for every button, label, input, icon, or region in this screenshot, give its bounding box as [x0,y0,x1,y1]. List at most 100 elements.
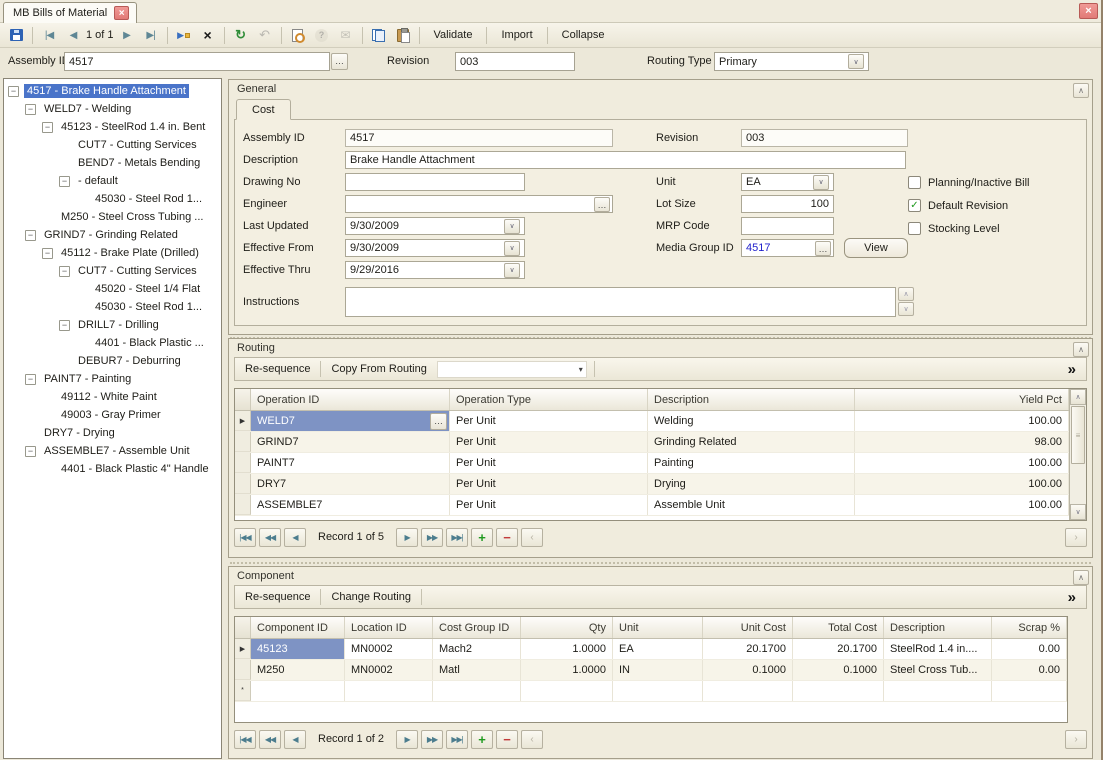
row-selector[interactable] [235,453,251,473]
spin-up-icon[interactable]: ∧ [898,287,914,301]
record-first-button[interactable]: |◀◀ [234,528,256,547]
more-options-chevron[interactable]: » [1068,589,1076,606]
record-prev-button[interactable]: ◀ [284,730,306,749]
tree-item[interactable]: DEBUR7 - Deburring [4,352,221,370]
row-selector[interactable] [235,660,251,680]
assembly-id-input[interactable]: 4517 [64,52,330,71]
routing-row[interactable]: GRIND7Per UnitGrinding Related98.00 [235,432,1069,453]
last-record-button[interactable]: ▶| [140,25,162,46]
description-field[interactable]: Brake Handle Attachment [345,151,906,169]
cell-cost-group-id[interactable]: Matl [433,660,521,680]
record-add-button[interactable]: + [471,730,493,749]
record-add-button[interactable]: + [471,528,493,547]
instructions-field[interactable] [345,287,896,317]
engineer-lookup-button[interactable]: … [594,197,610,212]
change-routing-button[interactable]: Change Routing [328,591,414,603]
chevron-down-icon[interactable]: ∨ [504,241,520,256]
tree-item[interactable]: −45123 - SteelRod 1.4 in. Bent [4,118,221,136]
cell-qty[interactable]: 1.0000 [521,660,613,680]
row-selector[interactable] [235,474,251,494]
tree-collapse-icon[interactable]: − [8,86,19,97]
mrp-code-field[interactable] [741,217,834,235]
component-row[interactable]: M250MN0002Matl1.0000IN0.10000.1000Steel … [235,660,1067,681]
cell-component-id[interactable]: M250 [251,660,345,680]
grid-scroll-right-button[interactable]: › [1065,528,1087,547]
tree-item[interactable]: 49003 - Gray Primer [4,406,221,424]
tree-item[interactable]: −45112 - Brake Plate (Drilled) [4,244,221,262]
more-options-chevron[interactable]: » [1068,361,1076,378]
tree-collapse-icon[interactable]: − [59,320,70,331]
cell-scrap-pct[interactable]: 0.00 [992,660,1067,680]
tree-collapse-icon[interactable]: − [42,122,53,133]
cell-total-cost[interactable]: 20.1700 [793,639,884,659]
grid-scroll-left-button[interactable]: ‹ [521,528,543,547]
cell-qty[interactable]: 1.0000 [521,639,613,659]
cell-component-id[interactable]: 45123 [251,639,345,659]
checkbox-unchecked-icon[interactable] [908,222,921,235]
tree-collapse-icon[interactable]: − [25,446,36,457]
routing-type-select[interactable]: Primary ∨ [714,52,869,71]
media-group-id-field[interactable]: 4517 … [741,239,834,257]
next-record-button[interactable]: ▶ [116,25,138,46]
cell-total-cost[interactable]: 0.1000 [793,660,884,680]
window-close-button[interactable]: × [1079,3,1098,19]
splitter[interactable] [230,562,1091,564]
cell-description[interactable]: Assemble Unit [648,495,855,515]
operation-lookup-button[interactable]: … [430,413,447,430]
refresh-button[interactable]: ↻ [230,25,252,46]
cell-unit-cost[interactable]: 20.1700 [703,639,793,659]
assembly-id-lookup-button[interactable]: … [331,53,348,70]
cell-unit[interactable]: IN [613,660,703,680]
tree-item[interactable]: −4517 - Brake Handle Attachment [4,82,221,100]
record-fast-next-button[interactable]: ▶▶ [421,528,443,547]
tree-item[interactable]: −GRIND7 - Grinding Related [4,226,221,244]
checkbox-row[interactable]: ✓Default Revision [908,194,1030,217]
tree-item[interactable]: 45030 - Steel Rod 1... [4,298,221,316]
chevron-down-icon[interactable]: ∨ [504,219,520,234]
record-fast-next-button[interactable]: ▶▶ [421,730,443,749]
collapse-button[interactable]: Collapse [553,25,614,46]
routing-collapse-button[interactable]: ∧ [1073,342,1089,357]
effective-thru-field[interactable]: 9/29/2016 ∨ [345,261,525,279]
tree-item[interactable]: −ASSEMBLE7 - Assemble Unit [4,442,221,460]
row-selector[interactable]: ▶ [235,411,251,431]
grid-scroll-left-button[interactable]: ‹ [521,730,543,749]
cell-empty[interactable] [433,681,521,701]
row-selector[interactable]: ▶ [235,639,251,659]
routing-row[interactable]: ASSEMBLE7Per UnitAssemble Unit100.00 [235,495,1069,516]
tree-item[interactable]: 45020 - Steel 1/4 Flat [4,280,221,298]
validate-button[interactable]: Validate [425,25,482,46]
cell-yield-pct[interactable]: 98.00 [855,432,1069,452]
checkbox-row[interactable]: Stocking Level [908,217,1030,240]
cell-operation-type[interactable]: Per Unit [450,453,648,473]
last-updated-field[interactable]: 9/30/2009 ∨ [345,217,525,235]
record-last-button[interactable]: ▶▶| [446,528,468,547]
import-button[interactable]: Import [492,25,541,46]
row-selector[interactable] [235,495,251,515]
cell-operation-type[interactable]: Per Unit [450,474,648,494]
cell-description[interactable]: Painting [648,453,855,473]
routing-row[interactable]: PAINT7Per UnitPainting100.00 [235,453,1069,474]
cell-empty[interactable] [703,681,793,701]
tree-item[interactable]: 45030 - Steel Rod 1... [4,190,221,208]
cell-description[interactable]: Steel Cross Tub... [884,660,992,680]
routing-scrollbar[interactable]: ∧ ≡ ∨ [1069,389,1086,520]
cell-operation-id[interactable]: GRIND7 [251,432,450,452]
record-remove-button[interactable]: − [496,730,518,749]
first-record-button[interactable]: |◀ [38,25,60,46]
cell-operation-id[interactable]: ASSEMBLE7 [251,495,450,515]
checkbox-row[interactable]: Planning/Inactive Bill [908,171,1030,194]
cell-cost-group-id[interactable]: Mach2 [433,639,521,659]
chevron-down-icon[interactable]: ∨ [848,54,864,69]
cell-empty[interactable] [521,681,613,701]
scroll-up-icon[interactable]: ∧ [1070,389,1086,405]
delete-record-button[interactable]: × [197,25,219,46]
tree-item[interactable]: 4401 - Black Plastic ... [4,334,221,352]
cell-unit[interactable]: EA [613,639,703,659]
record-prev-button[interactable]: ◀ [284,528,306,547]
tree-collapse-icon[interactable]: − [59,176,70,187]
cell-yield-pct[interactable]: 100.00 [855,495,1069,515]
cell-operation-id[interactable]: DRY7 [251,474,450,494]
save-button[interactable] [5,25,27,46]
cell-operation-type[interactable]: Per Unit [450,495,648,515]
